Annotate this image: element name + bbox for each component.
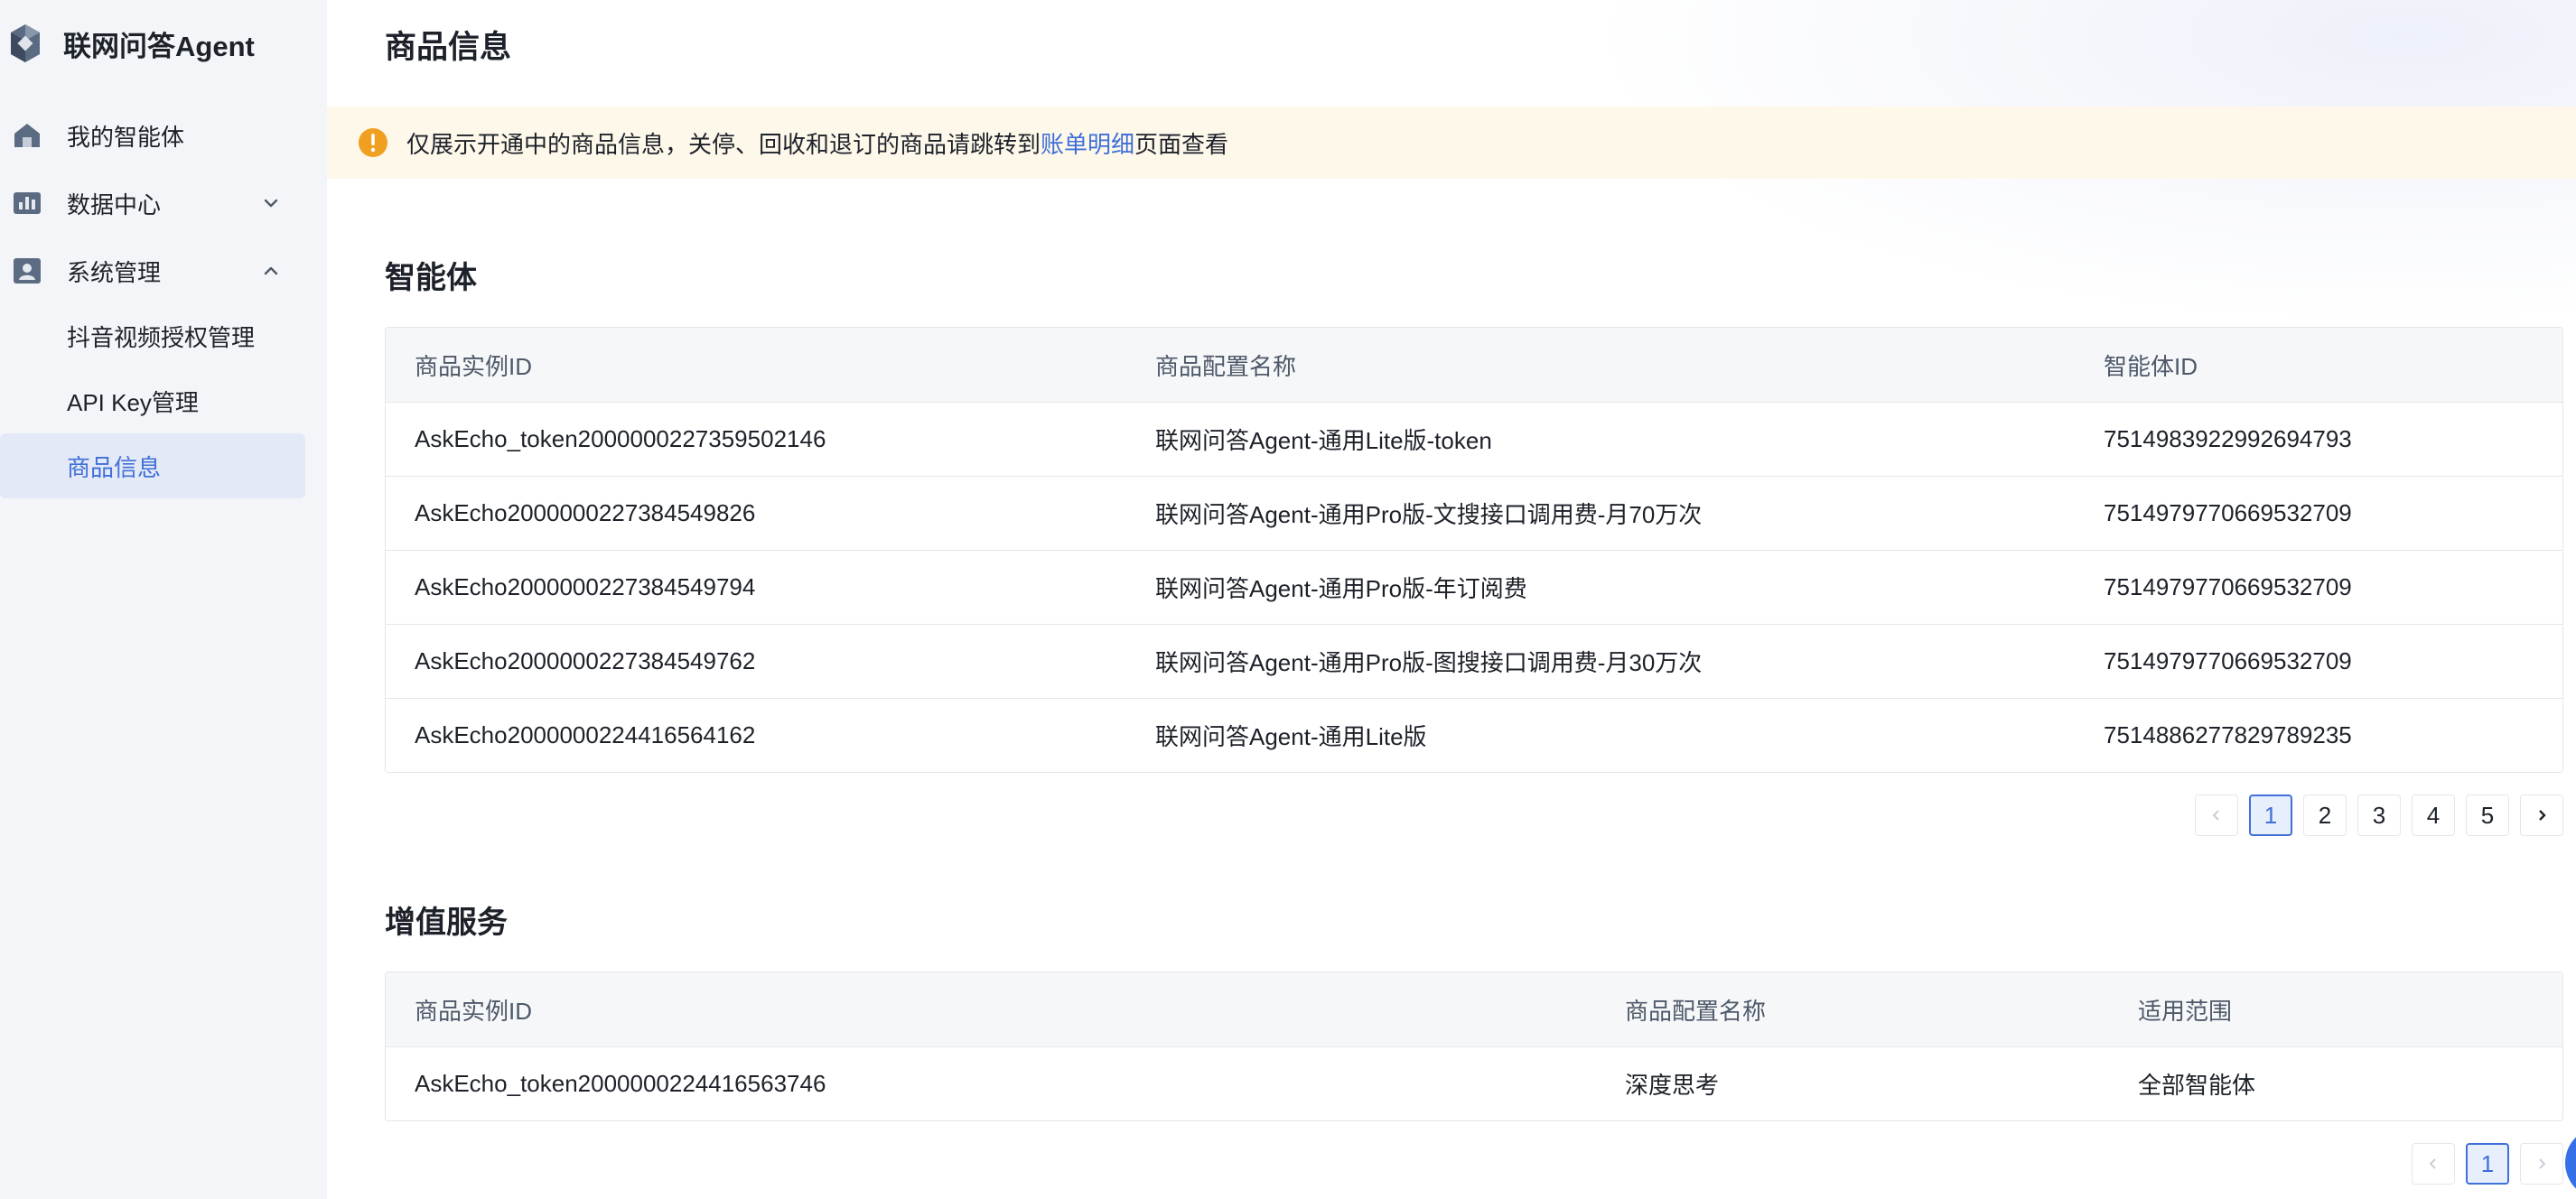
table-row: AskEcho_token2000000224416563746 深度思考 全部… (386, 1046, 2562, 1120)
agent-id-cell: 7514979770669532709 (2104, 573, 2352, 600)
instance-id-cell: AskEcho2000000227384549794 (415, 573, 756, 600)
instance-id-cell: AskEcho2000000224416564162 (415, 721, 756, 748)
notice-prefix: 仅展示开通中的商品信息，关停、回收和退订的商品请跳转到 (406, 130, 1041, 158)
config-name-cell: 深度思考 (1625, 1072, 1720, 1099)
config-name-cell: 联网问答Agent-通用Pro版-图搜接口调用费-月30万次 (1155, 649, 1703, 676)
instance-id-cell: AskEcho_token2000000224416563746 (415, 1070, 826, 1097)
home-icon (14, 124, 40, 147)
services-pagination: 1 (2412, 1143, 2563, 1185)
table-row: AskEcho2000000224416564162 联网问答Agent-通用L… (386, 698, 2562, 772)
billing-details-link[interactable]: 账单明细 (1041, 126, 1134, 160)
main-content: 商品信息 仅展示开通中的商品信息，关停、回收和退订的商品请跳转到 账单明细 页面查看… (327, 0, 2576, 1199)
instance-id-cell: AskEcho_token2000000227359502146 (415, 425, 826, 452)
app-root: 联网问答Agent 我的智能体 数据中心 系统管理 抖音视频授权管理 API K… (0, 0, 2576, 1199)
sidebar: 联网问答Agent 我的智能体 数据中心 系统管理 抖音视频授权管理 API K… (0, 0, 327, 1199)
notice-suffix: 页面查看 (1134, 130, 1229, 158)
chart-icon (14, 192, 41, 214)
section-title-services: 增值服务 (385, 906, 508, 940)
config-name-cell: 联网问答Agent-通用Pro版-年订阅费 (1155, 575, 1527, 602)
user-card-icon (14, 258, 41, 283)
page-button-1[interactable]: 1 (2466, 1143, 2509, 1185)
sidebar-item-label: 系统管理 (67, 258, 162, 286)
next-page-button[interactable] (2520, 795, 2563, 836)
section-title-agents: 智能体 (385, 261, 477, 295)
notice-banner: 仅展示开通中的商品信息，关停、回收和退订的商品请跳转到 账单明细 页面查看 (327, 107, 2576, 179)
agent-id-cell: 7514886277829789235 (2104, 721, 2352, 748)
config-name-cell: 联网问答Agent-通用Lite版-token (1155, 427, 1492, 454)
next-page-button[interactable] (2520, 1143, 2563, 1185)
column-header: 商品实例ID (415, 352, 533, 380)
brand-name: 联网问答Agent (63, 30, 255, 62)
column-header: 适用范围 (2138, 997, 2233, 1025)
page-button-3[interactable]: 3 (2357, 795, 2401, 836)
table-row: AskEcho2000000227384549762 联网问答Agent-通用P… (386, 624, 2562, 698)
chevron-left-icon (2429, 1158, 2436, 1169)
sidebar-item-system-management[interactable]: 系统管理 (0, 238, 327, 303)
sidebar-item-api-key[interactable]: API Key管理 (0, 368, 327, 433)
instance-id-cell: AskEcho2000000227384549762 (415, 647, 756, 674)
agent-id-cell: 7514979770669532709 (2104, 499, 2352, 526)
column-header: 商品实例ID (415, 997, 533, 1025)
sidebar-item-label: 数据中心 (67, 191, 162, 218)
agent-id-cell: 7514979770669532709 (2104, 647, 2352, 674)
instance-id-cell: AskEcho2000000227384549826 (415, 499, 756, 526)
sidebar-nav: 我的智能体 数据中心 系统管理 抖音视频授权管理 API Key管理 商品信息 (0, 103, 327, 498)
chevron-right-icon (2539, 810, 2546, 821)
agent-id-cell: 7514983922992694793 (2104, 425, 2352, 452)
chevron-right-icon (2539, 1158, 2546, 1169)
column-header: 商品配置名称 (1625, 997, 1767, 1025)
scope-cell: 全部智能体 (2138, 1072, 2256, 1099)
services-table: 商品实例ID 商品配置名称 适用范围 AskEcho_token20000002… (385, 971, 2563, 1121)
page-title: 商品信息 (385, 30, 512, 65)
page-button-5[interactable]: 5 (2466, 795, 2509, 836)
chevron-up-icon (264, 266, 278, 275)
sidebar-item-label: 抖音视频授权管理 (67, 323, 256, 351)
config-name-cell: 联网问答Agent-通用Lite版 (1155, 723, 1427, 750)
page-button-2[interactable]: 2 (2303, 795, 2347, 836)
sidebar-item-product-info[interactable]: 商品信息 (0, 433, 305, 498)
warning-icon (359, 128, 387, 157)
column-header: 商品配置名称 (1155, 352, 1297, 380)
table-row: AskEcho_token2000000227359502146 联网问答Age… (386, 402, 2562, 476)
table-header: 商品实例ID 商品配置名称 适用范围 (386, 972, 2562, 1046)
agents-table: 商品实例ID 商品配置名称 智能体ID AskEcho_token2000000… (385, 327, 2563, 773)
sidebar-item-label: 商品信息 (67, 453, 162, 481)
sidebar-item-label: 我的智能体 (67, 123, 185, 151)
prev-page-button[interactable] (2195, 795, 2238, 836)
page-button-1[interactable]: 1 (2249, 795, 2292, 836)
sidebar-item-data-center[interactable]: 数据中心 (0, 171, 327, 236)
config-name-cell: 联网问答Agent-通用Pro版-文搜接口调用费-月70万次 (1155, 501, 1703, 528)
column-header: 智能体ID (2104, 352, 2198, 380)
logo-icon (11, 24, 40, 62)
brand[interactable]: 联网问答Agent (9, 20, 255, 67)
page-button-4[interactable]: 4 (2412, 795, 2455, 836)
prev-page-button[interactable] (2412, 1143, 2455, 1185)
sidebar-item-douyin-auth[interactable]: 抖音视频授权管理 (0, 303, 327, 368)
sidebar-item-label: API Key管理 (67, 388, 199, 416)
chevron-down-icon (264, 199, 278, 208)
sidebar-item-my-agents[interactable]: 我的智能体 (0, 103, 327, 168)
agents-pagination: 1 2 3 4 5 (2195, 795, 2563, 836)
table-row: AskEcho2000000227384549794 联网问答Agent-通用P… (386, 550, 2562, 624)
chevron-left-icon (2212, 810, 2219, 821)
table-row: AskEcho2000000227384549826 联网问答Agent-通用P… (386, 476, 2562, 550)
table-header: 商品实例ID 商品配置名称 智能体ID (386, 328, 2562, 402)
